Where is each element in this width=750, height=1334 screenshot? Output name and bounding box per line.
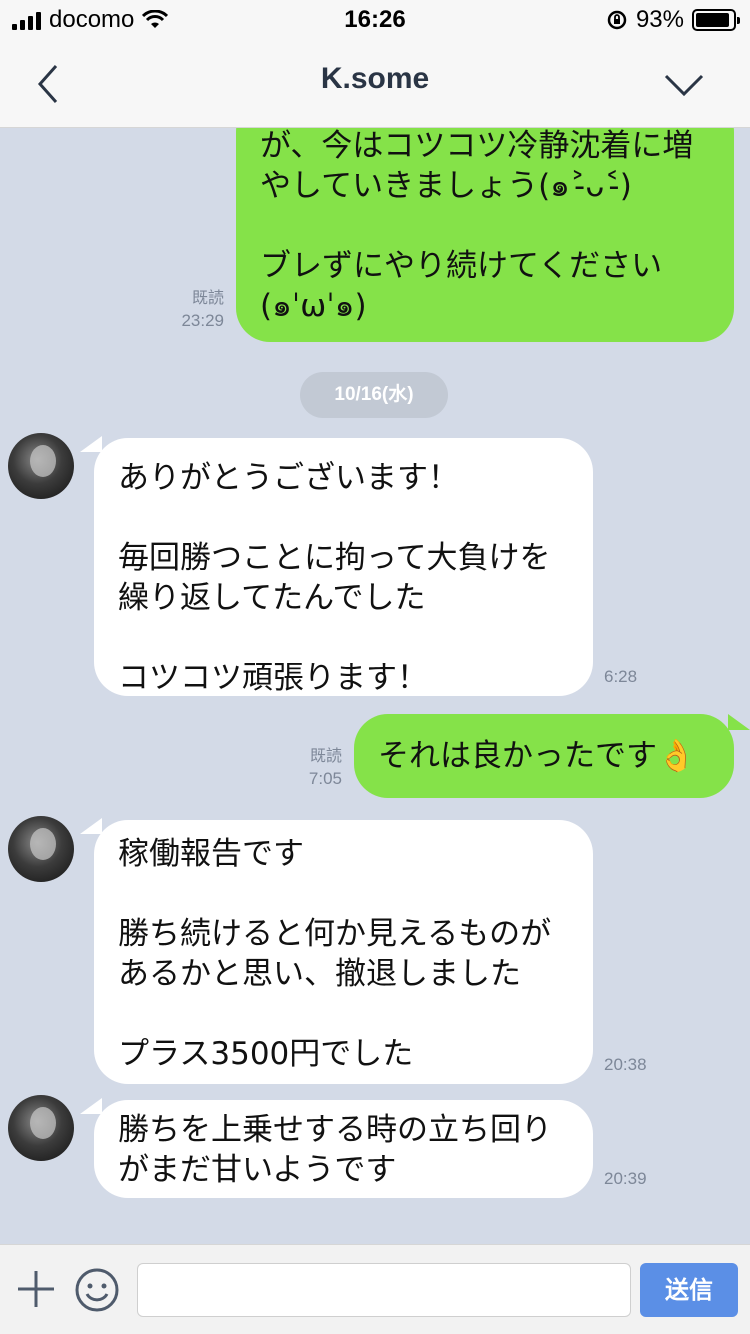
plus-icon[interactable] bbox=[16, 1269, 56, 1309]
bubble-tail bbox=[80, 818, 102, 834]
chevron-down-icon[interactable] bbox=[662, 70, 706, 100]
message-bubble-theirs[interactable]: ありがとうございます！ 毎回勝つことに拘って大負けを 繰り返してたんでした コツ… bbox=[94, 438, 593, 696]
message-meta: 20:39 bbox=[604, 1168, 684, 1190]
message-meta: 20:38 bbox=[604, 1054, 684, 1076]
bubble-tail bbox=[80, 436, 102, 452]
message-bubble-mine[interactable]: が、今はコツコツ冷静沈着に増 やしていきましょう(๑˃̵ᴗ˂̵) ブレずにやり続… bbox=[236, 128, 734, 342]
avatar[interactable] bbox=[8, 433, 74, 499]
battery-icon bbox=[692, 9, 740, 31]
avatar[interactable] bbox=[8, 1095, 74, 1161]
message-bubble-mine[interactable]: それは良かったです👌 bbox=[354, 714, 734, 798]
message-time: 6:28 bbox=[604, 667, 638, 686]
chat-header: K.some bbox=[0, 40, 750, 128]
message-input[interactable] bbox=[137, 1263, 631, 1317]
battery-percent: 93% bbox=[635, 6, 684, 33]
composer-bar: 送信 bbox=[0, 1244, 750, 1334]
read-receipt: 既読 bbox=[309, 748, 342, 765]
send-button[interactable]: 送信 bbox=[640, 1263, 738, 1317]
smile-icon[interactable] bbox=[74, 1267, 120, 1313]
message-bubble-theirs[interactable]: 勝ちを上乗せする時の立ち回り がまだ甘いようです bbox=[94, 1100, 593, 1198]
message-time: 23:29 bbox=[181, 311, 224, 330]
status-bar: docomo 16:26 93% bbox=[0, 0, 750, 40]
bubble-tail bbox=[80, 1098, 102, 1114]
date-separator: 10/16(水) bbox=[300, 372, 448, 418]
message-time: 20:39 bbox=[604, 1169, 647, 1188]
message-time: 20:38 bbox=[604, 1055, 647, 1074]
message-meta: 6:28 bbox=[604, 666, 684, 688]
status-right: 93% bbox=[606, 6, 740, 34]
orientation-lock-icon bbox=[607, 10, 627, 30]
message-bubble-theirs[interactable]: 稼働報告です 勝ち続けると何か見えるものが あるかと思い、撤退しました プラス3… bbox=[94, 820, 593, 1084]
read-receipt: 既読 bbox=[191, 290, 224, 307]
bubble-tail bbox=[728, 714, 750, 730]
chat-area[interactable]: が、今はコツコツ冷静沈着に増 やしていきましょう(๑˃̵ᴗ˂̵) ブレずにやり続… bbox=[0, 128, 750, 1244]
chat-title: K.some bbox=[320, 62, 430, 95]
avatar[interactable] bbox=[8, 816, 74, 882]
message-time: 7:05 bbox=[308, 769, 342, 788]
message-meta: 既読 7:05 bbox=[270, 746, 342, 790]
message-meta: 既読 23:29 bbox=[150, 288, 224, 332]
